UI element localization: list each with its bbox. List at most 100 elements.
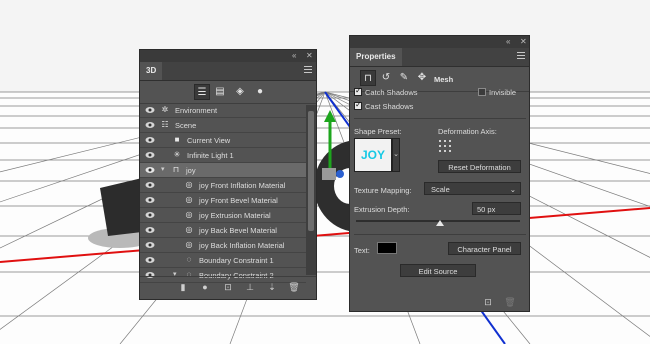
tree-row[interactable]: ☷ Scene bbox=[140, 118, 306, 133]
tree-row[interactable]: ◎ joy Front Inflation Material bbox=[140, 178, 306, 193]
eye-icon[interactable] bbox=[145, 106, 155, 114]
coordinates-mode-icon[interactable]: ✥ bbox=[414, 70, 430, 86]
tree-row-label: Current View bbox=[187, 136, 231, 145]
panel-tabbar: 3D bbox=[140, 62, 316, 81]
chevron-down-icon[interactable]: ⌄ bbox=[392, 138, 400, 172]
invisible-checkbox[interactable] bbox=[478, 88, 486, 96]
deformation-axis-grid-icon[interactable] bbox=[438, 139, 452, 153]
tree-row[interactable]: ✳ Infinite Light 1 bbox=[140, 148, 306, 163]
gizmo-center[interactable] bbox=[322, 168, 336, 180]
reset-deformation-button[interactable]: Reset Deformation bbox=[438, 160, 521, 173]
cast-shadows-checkbox[interactable] bbox=[354, 100, 362, 110]
extrusion-depth-label: Extrusion Depth: bbox=[354, 205, 410, 214]
tree-row-label: joy Back Inflation Material bbox=[199, 241, 285, 250]
chevron-down-icon: ⌄ bbox=[509, 185, 516, 194]
eye-icon[interactable] bbox=[145, 151, 155, 159]
tree-row-label: Boundary Constraint 1 bbox=[199, 256, 274, 265]
mode-title: Mesh bbox=[434, 75, 454, 84]
material-icon: ◎ bbox=[185, 210, 193, 219]
panel-topbar: « ✕ bbox=[140, 50, 316, 62]
eye-icon[interactable] bbox=[145, 226, 155, 234]
add-light-icon[interactable]: ● bbox=[199, 281, 211, 293]
eye-icon[interactable] bbox=[145, 181, 155, 189]
lights-icon[interactable]: ● bbox=[252, 84, 268, 100]
cap-mode-icon[interactable]: ✎ bbox=[396, 70, 412, 86]
panel-bottom-toolbar: ▮ ● ⊡ ⊥ ⇣ 🗑 bbox=[140, 276, 316, 299]
cast-shadows-label: Cast Shadows bbox=[365, 102, 414, 111]
material-icon: ◎ bbox=[185, 225, 193, 234]
mesh-icon: ⊓ bbox=[172, 165, 180, 174]
close-icon[interactable]: ✕ bbox=[520, 37, 527, 46]
tree-row-label: joy Front Bevel Material bbox=[199, 196, 278, 205]
invisible-label: Invisible bbox=[489, 88, 517, 97]
mesh-mode-icon[interactable]: ⊓ bbox=[360, 70, 376, 86]
panel-tabbar: Properties bbox=[350, 48, 529, 67]
extrusion-depth-field[interactable]: 50 px bbox=[472, 202, 521, 215]
3d-scene-viewport[interactable] bbox=[0, 0, 650, 344]
text-label: Text: bbox=[354, 246, 370, 255]
edit-source-button[interactable]: Edit Source bbox=[400, 264, 476, 277]
tab-properties[interactable]: Properties bbox=[350, 48, 402, 66]
trash-icon[interactable]: 🗑 bbox=[288, 281, 300, 293]
filter-toolbar: ☰ ▤ ◈ ● bbox=[140, 81, 316, 104]
tree-scrollbar[interactable] bbox=[306, 105, 316, 275]
drop-to-plane-icon[interactable]: ⊥ bbox=[244, 281, 256, 293]
eye-icon[interactable] bbox=[145, 196, 155, 204]
tree-row[interactable]: ◎ joy Front Bevel Material bbox=[140, 193, 306, 208]
eye-icon[interactable] bbox=[145, 166, 155, 174]
render-icon[interactable]: ⊡ bbox=[222, 281, 234, 293]
chevron-down-icon[interactable]: ▾ bbox=[161, 165, 165, 173]
tab-3d[interactable]: 3D bbox=[140, 62, 163, 80]
eye-icon[interactable] bbox=[145, 136, 155, 144]
divider bbox=[354, 234, 526, 235]
scrollbar-thumb[interactable] bbox=[308, 111, 314, 231]
move-to-plane-icon[interactable]: ⇣ bbox=[266, 281, 278, 293]
3d-panel: « ✕ 3D ☰ ▤ ◈ ● ✲ Environment ☷ Scene ■ C… bbox=[139, 49, 317, 300]
close-icon[interactable]: ✕ bbox=[306, 51, 313, 60]
eye-icon[interactable] bbox=[145, 256, 155, 264]
panel-menu-icon[interactable] bbox=[517, 52, 525, 60]
collapse-icon[interactable]: « bbox=[506, 37, 510, 46]
tree-row-label: joy bbox=[186, 166, 196, 175]
environment-icon: ✲ bbox=[161, 105, 169, 114]
shape-preset-preview[interactable]: JOY bbox=[354, 138, 392, 172]
tree-row-label: joy Front Inflation Material bbox=[199, 181, 286, 190]
tree-row[interactable]: ◎ joy Back Inflation Material bbox=[140, 238, 306, 253]
tree-row-label: Infinite Light 1 bbox=[187, 151, 234, 160]
eye-icon[interactable] bbox=[145, 211, 155, 219]
deformation-axis-label: Deformation Axis: bbox=[438, 127, 497, 136]
texture-mapping-value: Scale bbox=[431, 185, 450, 194]
panel-menu-icon[interactable] bbox=[304, 66, 312, 74]
extrusion-depth-slider-thumb[interactable] bbox=[436, 220, 444, 226]
tree-row[interactable]: ■ Current View bbox=[140, 133, 306, 148]
meshes-icon[interactable]: ▤ bbox=[212, 84, 228, 100]
text-color-swatch[interactable] bbox=[377, 242, 397, 254]
whole-scene-icon[interactable]: ☰ bbox=[194, 84, 210, 100]
tree-row-label: Environment bbox=[175, 106, 218, 115]
deform-mode-icon[interactable]: ↺ bbox=[378, 70, 394, 86]
tree-row[interactable]: ✲ Environment bbox=[140, 103, 306, 118]
texture-mapping-select[interactable]: Scale ⌄ bbox=[424, 182, 521, 195]
eye-icon[interactable] bbox=[145, 241, 155, 249]
tree-row[interactable]: ◎ joy Back Bevel Material bbox=[140, 223, 306, 238]
materials-icon[interactable]: ◈ bbox=[232, 84, 248, 100]
constraint-icon: ◌ bbox=[186, 255, 192, 264]
character-panel-button[interactable]: Character Panel bbox=[448, 242, 521, 255]
catch-shadows-checkbox[interactable] bbox=[354, 86, 362, 96]
collapse-icon[interactable]: « bbox=[292, 51, 296, 60]
eye-icon[interactable] bbox=[145, 121, 155, 129]
material-icon: ◎ bbox=[185, 240, 193, 249]
tree-row-selected[interactable]: ▾ ⊓ joy bbox=[140, 163, 306, 178]
tree-row[interactable]: ◎ joy Extrusion Material bbox=[140, 208, 306, 223]
gizmo-z-handle[interactable] bbox=[336, 170, 344, 178]
texture-mapping-label: Texture Mapping: bbox=[354, 186, 412, 195]
shape-preset-label: Shape Preset: bbox=[354, 127, 402, 136]
ground-plane-icon[interactable]: ▮ bbox=[177, 281, 189, 293]
tree-row-label: Scene bbox=[175, 121, 197, 130]
material-icon: ◎ bbox=[185, 195, 193, 204]
trash-icon: 🗑 bbox=[504, 297, 516, 307]
divider bbox=[354, 118, 526, 119]
render-icon[interactable]: ⊡ bbox=[482, 296, 494, 308]
panel-topbar: « ✕ bbox=[350, 36, 529, 48]
tree-row[interactable]: ◌ Boundary Constraint 1 bbox=[140, 253, 306, 268]
